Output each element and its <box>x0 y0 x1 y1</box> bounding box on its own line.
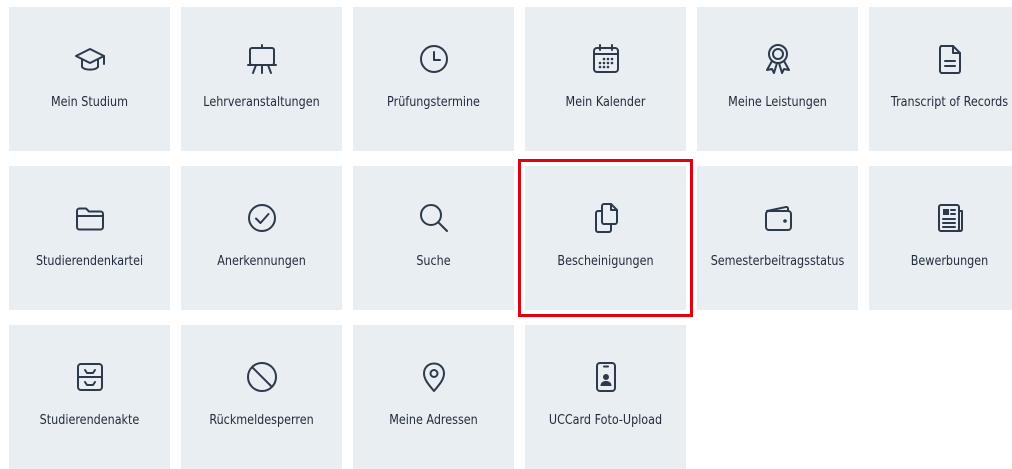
tile-lehrveranstaltungen[interactable]: Lehrveranstaltungen <box>181 7 342 151</box>
tile-uccard-foto-upload[interactable]: UCCard Foto-Upload <box>525 325 686 469</box>
easel-icon <box>244 41 280 77</box>
phone-photo-id-icon <box>588 359 624 395</box>
tile-label: Bescheinigungen <box>557 254 654 269</box>
tile-label: Rückmeldesperren <box>209 413 314 428</box>
map-pin-icon <box>416 359 452 395</box>
tile-meine-adressen[interactable]: Meine Adressen <box>353 325 514 469</box>
calendar-icon <box>588 41 624 77</box>
tile-label: Lehrveranstaltungen <box>203 95 320 110</box>
newspaper-icon <box>932 200 968 236</box>
graduation-cap-icon <box>72 41 108 77</box>
tile-label: UCCard Foto-Upload <box>548 413 663 428</box>
search-icon <box>416 200 452 236</box>
tile-pruefungstermine[interactable]: Prüfungstermine <box>353 7 514 151</box>
tile-label: Suche <box>416 254 451 269</box>
tile-suche[interactable]: Suche <box>353 166 514 310</box>
tile-label: Studierendenkartei <box>35 254 144 269</box>
document-text-icon <box>932 41 968 77</box>
wallet-icon <box>760 200 796 236</box>
tile-anerkennungen[interactable]: Anerkennungen <box>181 166 342 310</box>
tile-label: Mein Kalender <box>565 95 646 110</box>
award-ribbon-icon <box>760 41 796 77</box>
tile-label: Transcript of Records <box>890 95 1009 110</box>
tile-semesterbeitragsstatus[interactable]: Semesterbeitragsstatus <box>697 166 858 310</box>
tile-label: Mein Studium <box>50 95 129 110</box>
tile-rueckmeldesperren[interactable]: Rückmeldesperren <box>181 325 342 469</box>
archive-tray-icon <box>72 359 108 395</box>
tile-meine-leistungen[interactable]: Meine Leistungen <box>697 7 858 151</box>
tile-label: Anerkennungen <box>217 254 306 269</box>
tile-label: Meine Leistungen <box>728 95 827 110</box>
tile-studierendenakte[interactable]: Studierendenakte <box>9 325 170 469</box>
documents-copy-icon <box>588 200 624 236</box>
tile-mein-studium[interactable]: Mein Studium <box>9 7 170 151</box>
folder-icon <box>72 200 108 236</box>
tile-label: Bewerbungen <box>910 254 989 269</box>
tile-bescheinigungen[interactable]: Bescheinigungen <box>518 159 693 317</box>
tile-mein-kalender[interactable]: Mein Kalender <box>525 7 686 151</box>
check-circle-icon <box>244 200 280 236</box>
tile-label: Meine Adressen <box>389 413 478 428</box>
tile-studierendenkartei[interactable]: Studierendenkartei <box>9 166 170 310</box>
tile-label: Prüfungstermine <box>387 95 480 110</box>
ban-icon <box>244 359 280 395</box>
tile-label: Studierendenakte <box>39 413 140 428</box>
tile-transcript-of-records[interactable]: Transcript of Records <box>869 7 1012 151</box>
tile-label: Semesterbeitragsstatus <box>710 254 845 269</box>
clock-icon <box>416 41 452 77</box>
tile-bewerbungen[interactable]: Bewerbungen <box>869 166 1012 310</box>
tile-grid: Mein Studium Lehrveranstaltungen Prüfung… <box>0 0 1012 469</box>
